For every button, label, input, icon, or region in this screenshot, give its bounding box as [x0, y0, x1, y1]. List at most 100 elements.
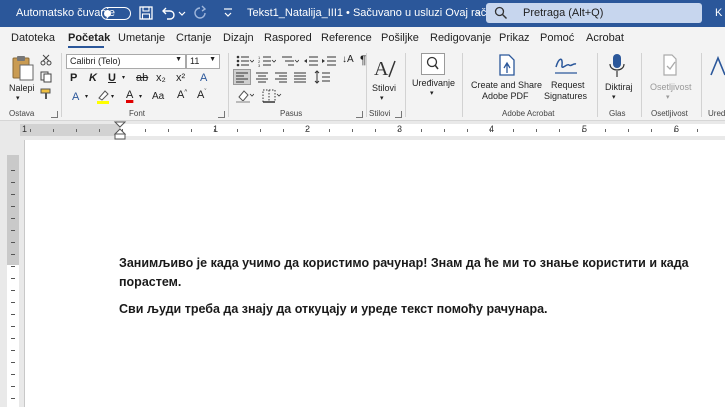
superscript-button[interactable]: x² — [176, 72, 185, 84]
create-pdf-icon[interactable] — [497, 53, 517, 77]
italic-button[interactable]: K — [89, 72, 97, 84]
request-label-1[interactable]: Request — [551, 80, 585, 90]
subscript-button[interactable]: x₂ — [156, 72, 166, 84]
clipboard-launcher-icon[interactable] — [51, 111, 58, 118]
justify-icon[interactable] — [292, 70, 308, 84]
text-effects-dropdown-icon[interactable]: ▾ — [85, 93, 88, 100]
tab-posiljke[interactable]: Pošiljke — [381, 32, 419, 44]
document-page[interactable]: Занимљиво је када учимо да користимо рач… — [26, 140, 725, 407]
align-right-icon[interactable] — [273, 70, 289, 84]
tab-reference[interactable]: Reference — [321, 32, 372, 44]
redo-icon[interactable] — [192, 5, 208, 21]
bold-button[interactable]: P — [70, 72, 77, 84]
tab-datoteka[interactable]: Datoteka — [11, 32, 55, 44]
decrease-indent-icon[interactable] — [304, 55, 318, 67]
undo-icon[interactable] — [160, 5, 176, 21]
sensitivity-label[interactable]: Osetljivost — [650, 82, 692, 92]
create-share-label-2[interactable]: Adobe PDF — [482, 91, 529, 101]
editor-icon[interactable] — [709, 55, 725, 79]
text-effects-icon[interactable]: A — [72, 91, 79, 103]
autosave-toggle[interactable] — [101, 7, 131, 20]
paste-icon[interactable] — [10, 54, 36, 82]
underline-dropdown-icon[interactable]: ▾ — [122, 74, 125, 81]
separator — [61, 53, 62, 117]
format-painter-icon[interactable] — [40, 88, 53, 100]
save-icon[interactable] — [138, 5, 154, 21]
tab-pocetak[interactable]: Početak — [68, 32, 110, 44]
paste-label[interactable]: Nalepi — [9, 83, 35, 93]
paste-dropdown-icon[interactable]: ▾ — [16, 94, 20, 102]
paragraph-2[interactable]: Сви људи треба да знају да откуцају и ур… — [119, 300, 548, 319]
bullets-icon[interactable] — [236, 55, 254, 67]
align-left-button[interactable] — [233, 69, 251, 85]
create-share-label-1[interactable]: Create and Share — [471, 80, 542, 90]
vertical-ruler-tick — [11, 350, 15, 351]
tab-crtanje[interactable]: Crtanje — [176, 32, 211, 44]
tab-raspored[interactable]: Raspored — [264, 32, 312, 44]
sensitivity-dropdown-icon[interactable]: ▾ — [666, 93, 670, 101]
tab-pomoc[interactable]: Pomoć — [540, 32, 574, 44]
document-title[interactable]: Tekst1_Natalija_III1 • Sačuvano u usluzi… — [247, 7, 508, 19]
highlight-icon[interactable] — [96, 89, 110, 104]
vertical-ruler[interactable] — [0, 140, 25, 407]
change-case-button[interactable]: Aa — [152, 91, 164, 102]
line-spacing-icon[interactable] — [314, 70, 334, 84]
tab-redigovanje[interactable]: Redigovanje — [430, 32, 491, 44]
styles-label[interactable]: Stilovi — [372, 83, 396, 93]
dictate-label[interactable]: Diktiraj — [605, 82, 633, 92]
strikethrough-button[interactable]: ab — [136, 72, 148, 84]
separator — [641, 53, 642, 117]
paragraph-launcher-icon[interactable] — [356, 111, 363, 118]
font-name-select[interactable]: Calibri (Telo) ▼ — [66, 54, 186, 69]
font-name-value: Calibri (Telo) — [70, 56, 121, 66]
highlight-dropdown-icon[interactable]: ▾ — [111, 93, 114, 100]
multilevel-list-icon[interactable] — [281, 55, 299, 67]
request-label-2[interactable]: Signatures — [544, 91, 587, 101]
copy-icon[interactable] — [40, 71, 52, 83]
shrink-font-button[interactable]: Aˇ — [197, 89, 206, 101]
underline-button[interactable]: U — [108, 72, 116, 84]
styles-launcher-icon[interactable] — [395, 111, 402, 118]
styles-dropdown-icon[interactable]: ▾ — [380, 94, 384, 102]
clipboard-group-label: Ostava — [9, 109, 35, 118]
tab-prikaz[interactable]: Prikaz — [499, 32, 530, 44]
tab-dizajn[interactable]: Dizajn — [223, 32, 254, 44]
sort-button[interactable]: ↓A — [342, 54, 354, 65]
paragraph-1-line-1[interactable]: Занимљиво је када учимо да користимо рач… — [119, 254, 689, 273]
horizontal-ruler[interactable]: 1 1 2 3 4 5 6 — [0, 121, 725, 140]
borders-icon[interactable] — [262, 89, 282, 103]
cut-icon[interactable] — [40, 54, 52, 66]
ruler-tick — [260, 129, 261, 132]
font-color-button[interactable]: A — [126, 89, 133, 101]
separator — [228, 53, 229, 117]
styles-icon[interactable]: A — [373, 55, 397, 81]
font-launcher-icon[interactable] — [218, 111, 225, 118]
dictate-icon[interactable] — [609, 53, 625, 79]
customize-toolbar-icon[interactable] — [222, 5, 234, 21]
editing-dropdown-icon[interactable]: ▾ — [430, 89, 434, 97]
tab-acrobat[interactable]: Acrobat — [586, 32, 624, 44]
search-box[interactable]: Pretraga (Alt+Q) — [486, 3, 702, 23]
increase-indent-icon[interactable] — [322, 55, 336, 67]
tab-umetanje[interactable]: Umetanje — [118, 32, 165, 44]
indent-marker-icon[interactable] — [113, 121, 127, 140]
title-dropdown-icon[interactable]: ⌄ — [474, 6, 482, 17]
sensitivity-icon[interactable] — [661, 53, 679, 79]
dictate-dropdown-icon[interactable]: ▾ — [612, 93, 616, 101]
shading-icon[interactable] — [236, 89, 254, 103]
account-initial[interactable]: K — [715, 7, 722, 19]
editing-label[interactable]: Uređivanje — [412, 78, 455, 88]
font-size-select[interactable]: 11 ▼ — [186, 54, 220, 69]
text-effects-button[interactable]: A — [200, 72, 207, 84]
align-center-icon[interactable] — [254, 70, 270, 84]
undo-dropdown-icon[interactable] — [177, 5, 187, 21]
request-signatures-icon[interactable] — [553, 53, 579, 77]
editing-button[interactable] — [421, 53, 445, 75]
font-color-dropdown-icon[interactable]: ▾ — [139, 93, 142, 100]
vertical-ruler-tick — [11, 338, 15, 339]
grow-font-button[interactable]: A^ — [177, 89, 187, 101]
active-tab-indicator — [68, 46, 104, 48]
vertical-ruler-tick — [11, 374, 15, 375]
paragraph-1-line-2[interactable]: порастем. — [119, 273, 181, 292]
numbering-icon[interactable]: 123 — [258, 55, 276, 67]
